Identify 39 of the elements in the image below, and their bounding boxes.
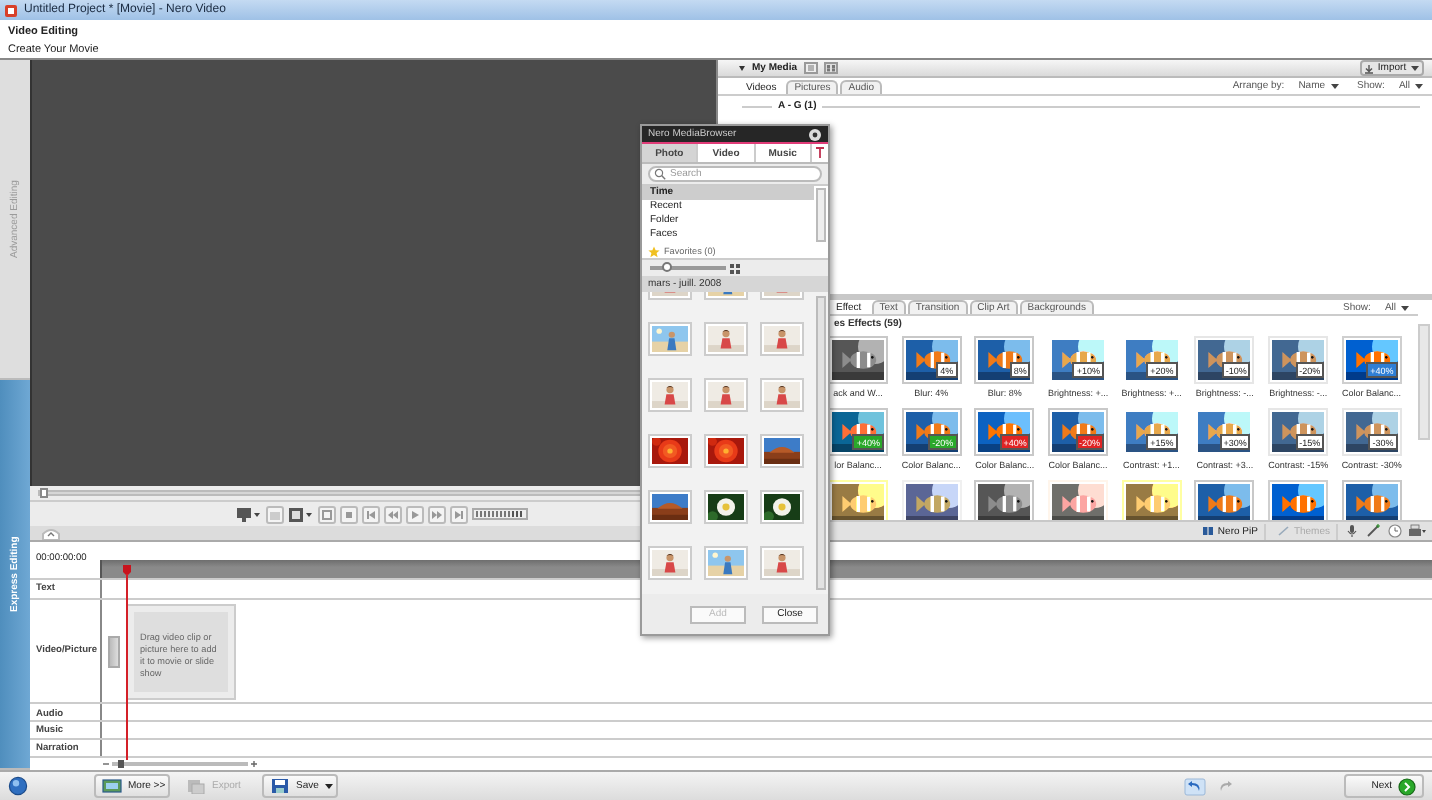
star-icon <box>648 245 660 257</box>
scrollbar[interactable] <box>816 188 826 242</box>
caret-icon[interactable] <box>324 782 335 790</box>
play-icon[interactable] <box>405 505 423 523</box>
monitor-icon[interactable] <box>235 505 261 523</box>
playhead[interactable] <box>122 564 132 760</box>
slider-thumb[interactable] <box>118 760 125 768</box>
arrow-circle-icon <box>1398 777 1416 795</box>
slider-thumb[interactable] <box>40 488 48 498</box>
scrollbar[interactable] <box>1418 324 1430 440</box>
scrollbar[interactable] <box>816 296 826 590</box>
fast-forward-icon[interactable] <box>427 505 445 523</box>
printer-icon[interactable] <box>1408 524 1426 538</box>
skip-forward-icon[interactable] <box>449 505 467 523</box>
save-icon <box>270 778 290 794</box>
grid-icon[interactable] <box>730 263 740 273</box>
grid-view-icon[interactable] <box>823 62 838 74</box>
slider-thumb[interactable] <box>661 262 672 272</box>
rewind-icon[interactable] <box>383 505 401 523</box>
square-icon[interactable] <box>317 505 335 523</box>
undo-icon[interactable] <box>1184 777 1206 795</box>
drag-handle[interactable] <box>108 635 120 667</box>
settings-icon[interactable] <box>808 127 822 141</box>
skip-back-icon[interactable] <box>361 505 379 523</box>
list-view-icon[interactable] <box>803 62 818 74</box>
stop-icon[interactable] <box>339 505 357 523</box>
zoom-out-icon[interactable] <box>102 760 110 768</box>
help-icon[interactable] <box>8 776 28 796</box>
wand-icon[interactable] <box>1366 524 1382 538</box>
video-icon <box>102 778 122 794</box>
caret-icon[interactable] <box>1329 82 1340 90</box>
download-icon <box>1363 63 1374 73</box>
clock-icon[interactable] <box>1388 524 1402 538</box>
zoom-in-icon[interactable] <box>250 760 258 768</box>
microphone-icon[interactable] <box>1344 524 1360 538</box>
film-icon[interactable] <box>287 505 313 523</box>
collapse-icon[interactable] <box>738 64 746 72</box>
grid-icon <box>1201 526 1214 536</box>
export-icon <box>186 778 206 794</box>
